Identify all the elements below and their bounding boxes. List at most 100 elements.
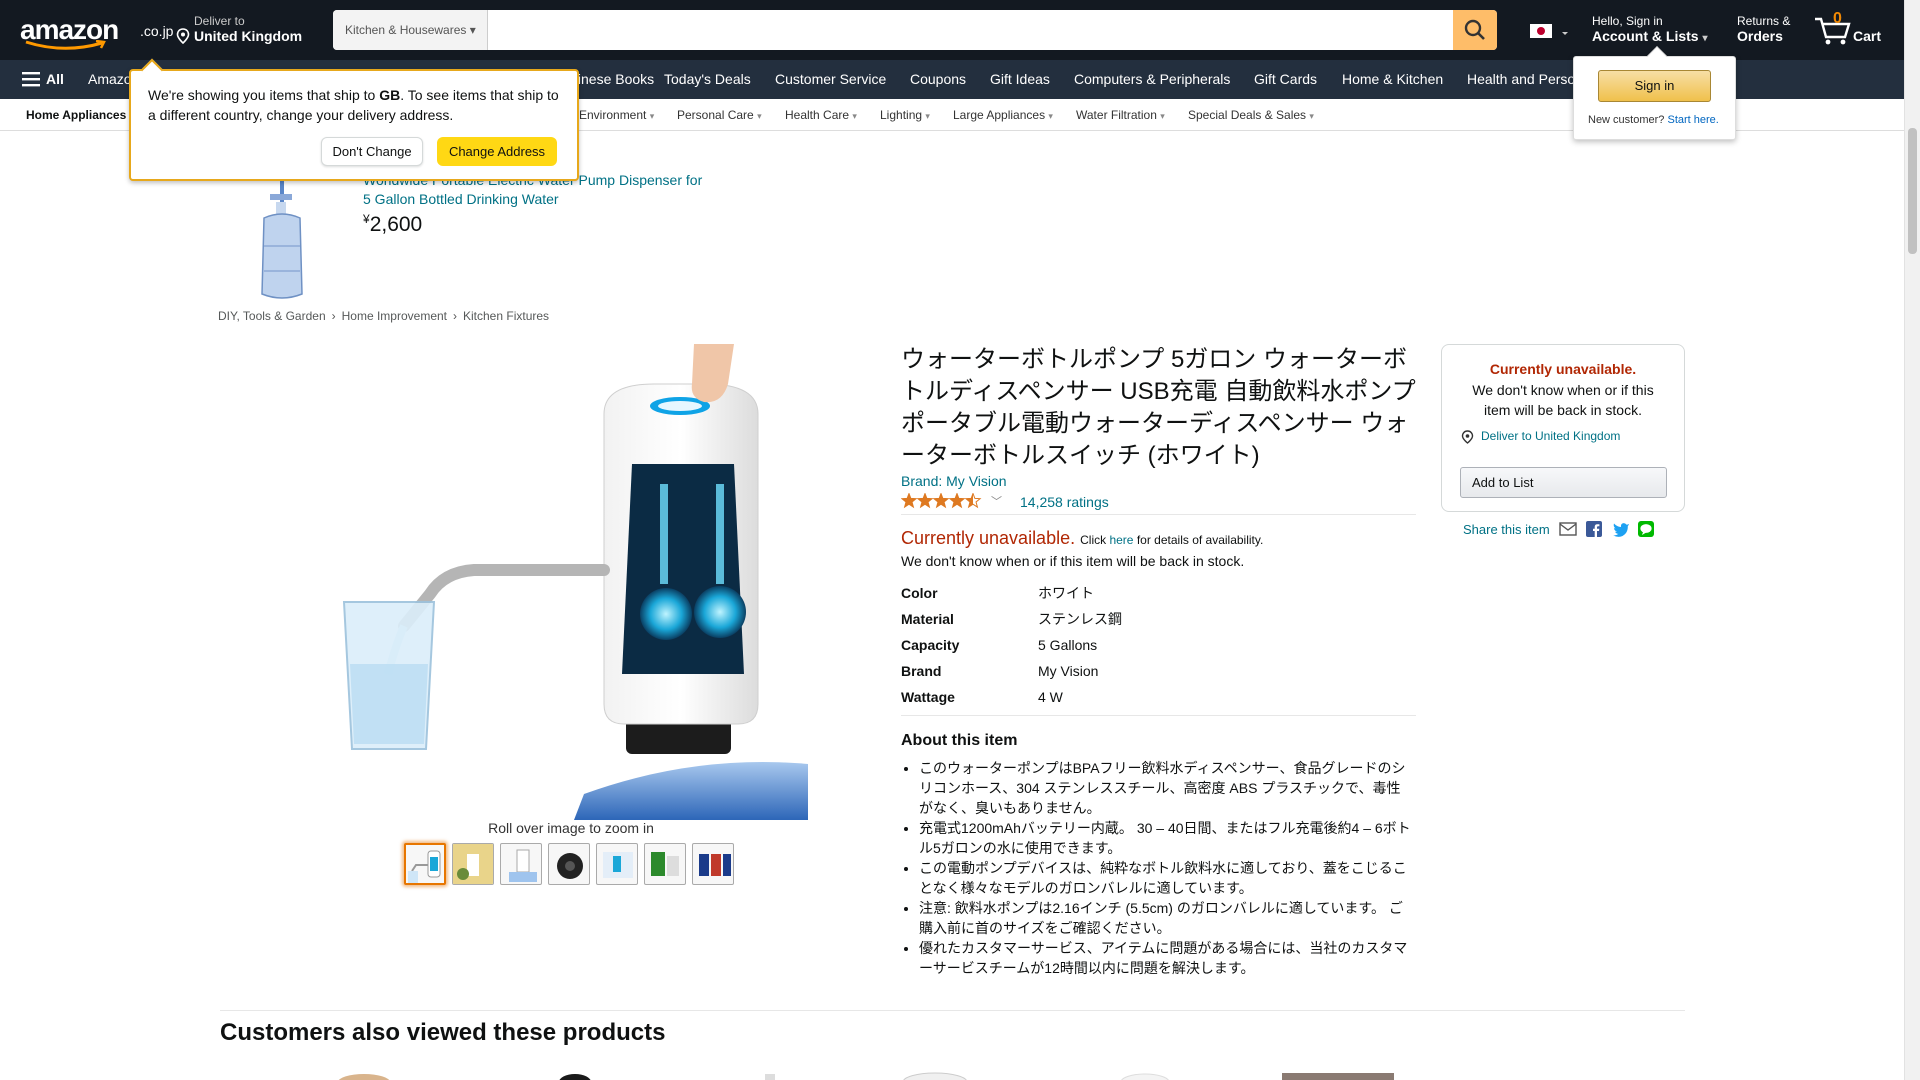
- thumbnail[interactable]: [500, 843, 542, 885]
- nav-item[interactable]: Gift Ideas: [990, 60, 1050, 99]
- caret-down-icon: ▾: [1702, 33, 1708, 44]
- returns-label: Returns &: [1737, 14, 1791, 28]
- breadcrumb-item[interactable]: Home Improvement: [342, 309, 447, 323]
- buybox-deliver-link[interactable]: Deliver to United Kingdom: [1461, 429, 1620, 444]
- divider: [220, 1010, 1685, 1011]
- subnav-item[interactable]: Environment ▾: [579, 99, 654, 131]
- search-category-select[interactable]: Kitchen & Housewares ▾: [333, 10, 488, 50]
- ship-to-message: We're showing you items that ship to GB.…: [148, 87, 559, 123]
- logo-domain: .co.jp: [140, 23, 174, 39]
- signin-popover: Sign in New customer? Start here.: [1573, 46, 1736, 140]
- promo-price: ¥2,600: [363, 212, 423, 236]
- nav-item[interactable]: Gift Cards: [1254, 60, 1317, 99]
- nav-item[interactable]: Customer Service: [775, 60, 886, 99]
- also-viewed-product-image[interactable]: [755, 1069, 785, 1080]
- all-menu-button[interactable]: All: [22, 60, 64, 99]
- search-button[interactable]: [1453, 10, 1497, 50]
- availability-status: Currently unavailable. Click here for de…: [901, 528, 1264, 548]
- availability-here-link[interactable]: here: [1109, 533, 1133, 547]
- search-input[interactable]: [488, 10, 1453, 50]
- also-viewed-product-image[interactable]: [1115, 1069, 1175, 1080]
- subnav-home-appliances[interactable]: Home Appliances: [26, 99, 126, 131]
- subnav-item[interactable]: Health Care ▾: [785, 99, 857, 131]
- nav-item[interactable]: Today's Deals: [664, 60, 751, 99]
- scrollbar-thumb[interactable]: [1908, 128, 1917, 254]
- zoom-hint: Roll over image to zoom in: [488, 820, 654, 836]
- ratings-count-link[interactable]: 14,258 ratings: [1020, 494, 1109, 510]
- thumbnail[interactable]: [644, 843, 686, 885]
- language-selector[interactable]: [1530, 24, 1570, 43]
- also-viewed-product-image[interactable]: [900, 1069, 970, 1080]
- thumbnail[interactable]: [404, 843, 446, 885]
- buy-box: Currently unavailable. We don't know whe…: [1441, 344, 1685, 512]
- rating-summary: ﹀ 14,258 ratings: [900, 492, 1161, 511]
- subnav-item[interactable]: Lighting ▾: [880, 99, 930, 131]
- about-bullet: この電動ポンプデバイスは、純粋なボトル飲料水に適しており、蓋をこじることなく様々…: [919, 858, 1413, 898]
- spec-table: Color ホワイト Material ステンレス鋼 Capacity 5 Gallo…: [901, 580, 1416, 710]
- also-viewed-product-image[interactable]: [1280, 1069, 1396, 1080]
- change-address-button[interactable]: Change Address: [437, 137, 557, 166]
- orders-label: Orders: [1737, 28, 1783, 44]
- star-icon: [916, 492, 934, 509]
- deliver-to[interactable]: Deliver to United Kingdom: [176, 14, 302, 44]
- breadcrumb-item[interactable]: Kitchen Fixtures: [463, 309, 549, 323]
- star-rating-icon[interactable]: [900, 492, 983, 509]
- divider: [901, 514, 1416, 515]
- dont-change-button[interactable]: Don't Change: [321, 137, 423, 166]
- caret-down-icon: ▾: [1048, 111, 1053, 121]
- star-icon: [964, 492, 982, 509]
- spec-row: Material ステンレス鋼: [901, 611, 1122, 627]
- thumbnail[interactable]: [548, 843, 590, 885]
- subnav-item[interactable]: Water Filtration ▾: [1076, 99, 1165, 131]
- nav-item[interactable]: Coupons: [910, 60, 966, 99]
- cart-label: Cart: [1853, 28, 1882, 44]
- buybox-note: We don't know when or if this item will …: [1472, 382, 1654, 418]
- about-bullet: このウォーターポンプはBPAフリー飲料水ディスペンサー、食品グレードのシリコンホ…: [919, 758, 1413, 818]
- availability-details: Click here for details of availability.: [1080, 533, 1264, 547]
- subnav-item[interactable]: Large Appliances ▾: [953, 99, 1053, 131]
- brand-link[interactable]: Brand: My Vision: [901, 473, 1007, 489]
- about-heading: About this item: [901, 732, 1018, 749]
- product-title: ウォーターボトルポンプ 5ガロン ウォーターボトルディスペンサー USB充電 自…: [901, 346, 1416, 469]
- thumbnail[interactable]: [596, 843, 638, 885]
- search-category-label: Kitchen & Housewares: [345, 23, 467, 37]
- sign-in-button[interactable]: Sign in: [1598, 70, 1711, 102]
- main-product-image[interactable]: [334, 344, 808, 820]
- search-icon: [1464, 19, 1485, 40]
- page-scrollbar[interactable]: [1904, 0, 1920, 1080]
- amazon-logo[interactable]: amazon .co.jp: [20, 14, 173, 50]
- about-bullet: 充電式1200mAhバッテリー内蔵。 30 – 40日間、またはフル充電後約4 …: [919, 818, 1413, 858]
- ship-to-popover: We're showing you items that ship to GB.…: [129, 58, 579, 181]
- start-here-link[interactable]: Start here.: [1667, 114, 1718, 126]
- thumbnail[interactable]: [692, 843, 734, 885]
- add-to-list-button[interactable]: Add to List: [1460, 467, 1667, 498]
- chevron-down-icon[interactable]: ﹀: [991, 493, 1002, 509]
- buybox-unavailable: Currently unavailable.: [1489, 361, 1637, 377]
- nav-item[interactable]: Home & Kitchen: [1342, 60, 1443, 99]
- facebook-icon[interactable]: [1586, 521, 1602, 537]
- subnav-item[interactable]: Personal Care ▾: [677, 99, 762, 131]
- spec-row: Brand My Vision: [901, 663, 1099, 679]
- account-greeting: Hello, Sign in: [1592, 14, 1663, 28]
- returns-orders[interactable]: Returns & Orders: [1737, 14, 1790, 44]
- also-viewed-heading: Customers also viewed these products: [220, 1019, 666, 1046]
- account-lists[interactable]: Hello, Sign in Account & Lists ▾: [1592, 14, 1708, 44]
- also-viewed-product-image[interactable]: [334, 1069, 394, 1080]
- spec-row: Wattage 4 W: [901, 689, 1063, 705]
- caret-down-icon: ▾: [469, 23, 476, 37]
- promo-product-image[interactable]: [252, 176, 312, 301]
- cart-button[interactable]: 0 Cart: [1813, 10, 1898, 52]
- star-icon: [948, 492, 966, 509]
- email-icon[interactable]: [1559, 521, 1577, 537]
- subnav-item[interactable]: Special Deals & Sales ▾: [1188, 99, 1314, 131]
- nav-item[interactable]: Computers & Peripherals: [1074, 60, 1230, 99]
- star-icon: [900, 492, 918, 509]
- twitter-icon[interactable]: [1612, 521, 1630, 537]
- new-customer-text: New customer? Start here.: [1588, 114, 1719, 126]
- line-icon[interactable]: [1638, 521, 1654, 537]
- top-header: amazon .co.jp Deliver to United Kingdom …: [0, 0, 1904, 60]
- also-viewed-product-image[interactable]: [555, 1069, 595, 1080]
- thumbnail[interactable]: [452, 843, 494, 885]
- breadcrumb-item[interactable]: DIY, Tools & Garden: [218, 309, 326, 323]
- hamburger-menu-icon: [22, 72, 40, 87]
